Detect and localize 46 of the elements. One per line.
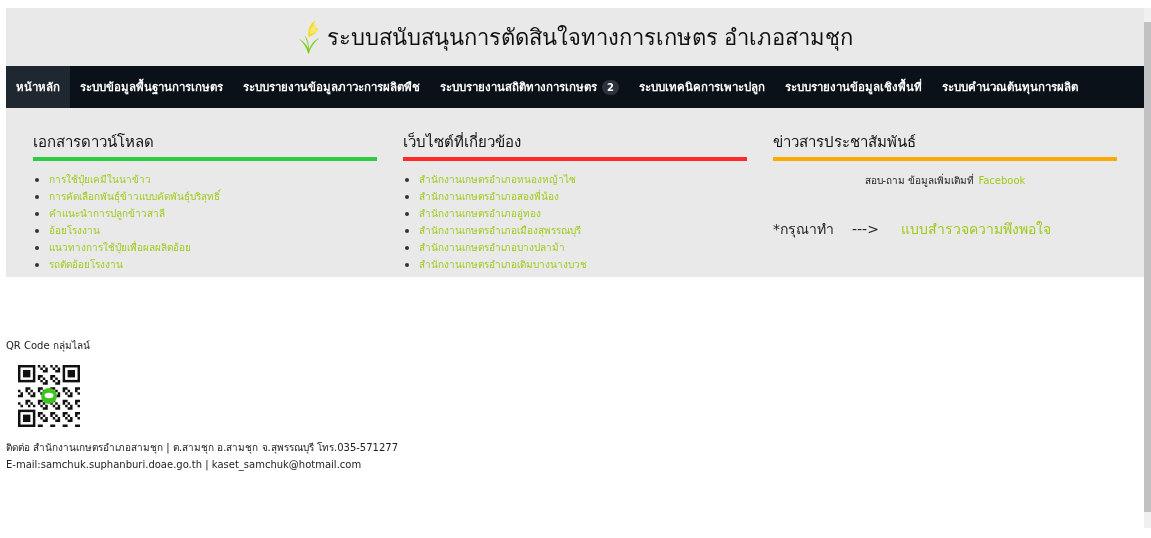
link[interactable]: สำนักงานเกษตรอำเภอสองพี่น้อง	[419, 189, 559, 204]
bullet-icon	[35, 177, 39, 182]
survey-link[interactable]: แบบสำรวจความพึงพอใจ	[900, 218, 1051, 240]
nav-tab[interactable]: หน้าหลัก	[6, 66, 70, 108]
link[interactable]: แนวทางการใช้ปุ๋ยเพื่อผลผลิตอ้อย	[49, 240, 191, 255]
section-heading: เว็บไซต์ที่เกี่ยวข้อง	[403, 131, 522, 153]
contact-text: สอบ-ถาม ข้อมูลเพิ่มเติมที่	[864, 173, 975, 188]
count-badge: 2	[602, 79, 619, 95]
nav-tab[interactable]: ระบบรายงานข้อมูลภาวะการผลิตพืช	[233, 66, 430, 108]
bullet-icon	[405, 228, 409, 233]
link[interactable]: การคัดเลือกพันธุ์ข้าวแบบคัดพันธุ์บริสุทธิ์	[49, 189, 220, 204]
facebook-link[interactable]: Facebook	[978, 175, 1026, 186]
bullet-icon	[35, 262, 39, 267]
email-line: E-mail:samchuk.suphanburi.doae.go.th | kaset_samchuk@hotmail.com	[6, 458, 363, 473]
nav-tab[interactable]: ระบบรายงานสถิติทางการเกษตร 2	[430, 66, 629, 108]
bullet-icon	[405, 245, 409, 250]
nav-tab[interactable]: ระบบข้อมูลพื้นฐานการเกษตร	[70, 66, 233, 108]
qr-label: QR Code กลุ่มไลน์	[6, 339, 91, 353]
link[interactable]: สำนักงานเกษตรอำเภอเมืองสุพรรณบุรี	[419, 223, 581, 238]
bullet-icon	[35, 228, 39, 233]
link[interactable]: อ้อยโรงงาน	[49, 223, 100, 238]
link[interactable]: คำแนะนำการปลูกข้าวสาลี	[49, 206, 165, 221]
link[interactable]: สำนักงานเกษตรอำเภอหนองหญ้าไซ	[419, 172, 576, 187]
arrow-text: --->	[852, 221, 879, 237]
bullet-icon	[35, 211, 39, 216]
nav-tab[interactable]: ระบบเทคนิคการเพาะปลูก	[628, 66, 775, 108]
bullet-icon	[405, 177, 409, 182]
site-title: ระบบสนับสนุนการตัดสินใจทางการเกษตร อำเภอสามชุก	[326, 23, 854, 53]
link[interactable]: สำนักงานเกษตรอำเภอบางปลาม้า	[419, 240, 565, 255]
bullet-icon	[35, 194, 39, 199]
survey-prompt: *กรุณาทำ	[773, 220, 834, 240]
link[interactable]: สำนักงานเกษตรอำเภอเดิมบางนางบวช	[419, 257, 587, 272]
section-heading: เอกสารดาวน์โหลด	[33, 132, 155, 153]
nav-tab[interactable]: ระบบคำนวณต้นทุนการผลิต	[931, 66, 1088, 108]
bullet-icon	[405, 211, 409, 216]
section-heading: ข่าวสารประชาสัมพันธ์	[773, 132, 917, 153]
scrollbar[interactable]	[1144, 8, 1151, 528]
qr-code	[18, 365, 80, 427]
link[interactable]: รถตัดอ้อยโรงงาน	[49, 257, 123, 272]
bullet-icon	[405, 194, 409, 199]
nav-tab[interactable]: ระบบรายงานข้อมูลเชิงพื้นที่	[774, 66, 932, 108]
link[interactable]: การใช้ปุ๋ยเคมีในนาข้าว	[49, 172, 151, 187]
bullet-icon	[35, 245, 39, 250]
bullet-icon	[405, 262, 409, 267]
link[interactable]: สำนักงานเกษตรอำเภออู่ทอง	[419, 206, 541, 221]
contact-line: ติดต่อ สำนักงานเกษตรอำเภอสามชุก | ต.สามชุก อ.สามชุก จ.สุพรรณบุรี โทร.035-571277	[6, 441, 400, 456]
